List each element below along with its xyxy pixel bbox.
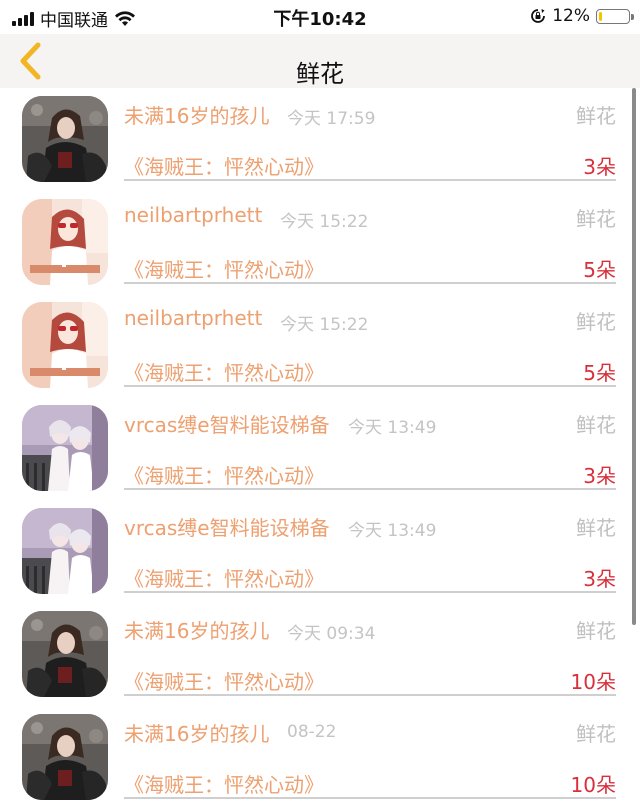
list-item[interactable]: neilbartprhett 今天 15:22 鲜花《海贼王：怦然心动》 5朵: [0, 191, 640, 294]
flower-count: 10朵: [570, 670, 616, 694]
avatar[interactable]: [22, 96, 108, 182]
gift-type: 鲜花: [576, 207, 616, 231]
sender-name[interactable]: vrcas缚e智料能设梯备: [124, 409, 330, 438]
divider: [124, 591, 616, 593]
book-title-link[interactable]: 《海贼王：怦然心动》: [124, 666, 324, 695]
record-time: 08-22: [287, 722, 337, 742]
list-item[interactable]: 未满16岁的孩儿 08-22 鲜花《海贼王：怦然心动》 10朵: [0, 706, 640, 806]
book-title-link[interactable]: 《海贼王：怦然心动》: [124, 460, 324, 489]
record-time: 今天 15:22: [280, 315, 369, 335]
sender-name[interactable]: neilbartprhett: [124, 203, 262, 227]
flower-count: 10朵: [570, 773, 616, 797]
sender-name[interactable]: 未满16岁的孩儿: [124, 100, 269, 129]
flower-count: 3朵: [583, 567, 616, 591]
book-title-link[interactable]: 《海贼王：怦然心动》: [124, 769, 324, 798]
divider: [124, 282, 616, 284]
divider: [124, 694, 616, 696]
list-item[interactable]: 未满16岁的孩儿 今天 09:34 鲜花《海贼王：怦然心动》 10朵: [0, 603, 640, 706]
sender-name[interactable]: 未满16岁的孩儿: [124, 718, 269, 747]
flower-count: 3朵: [583, 155, 616, 179]
avatar[interactable]: [22, 199, 108, 285]
list-item[interactable]: neilbartprhett 今天 15:22 鲜花《海贼王：怦然心动》 5朵: [0, 294, 640, 397]
gift-type: 鲜花: [576, 104, 616, 128]
gift-type: 鲜花: [576, 413, 616, 437]
gift-type: 鲜花: [576, 310, 616, 334]
page-title: 鲜花: [296, 60, 344, 88]
book-title-link[interactable]: 《海贼王：怦然心动》: [124, 254, 324, 283]
gift-type: 鲜花: [576, 722, 616, 746]
list-item[interactable]: vrcas缚e智料能设梯备 今天 13:49 鲜花《海贼王：怦然心动》 3朵: [0, 500, 640, 603]
sender-name[interactable]: vrcas缚e智料能设梯备: [124, 512, 330, 541]
divider: [124, 385, 616, 387]
battery-percent: 12%: [552, 6, 590, 26]
book-title-link[interactable]: 《海贼王：怦然心动》: [124, 563, 324, 592]
record-time: 今天 13:49: [348, 418, 437, 438]
list-item[interactable]: 未满16岁的孩儿 今天 17:59 鲜花《海贼王：怦然心动》 3朵: [0, 88, 640, 191]
divider: [124, 797, 616, 799]
book-title-link[interactable]: 《海贼王：怦然心动》: [124, 151, 324, 180]
avatar[interactable]: [22, 611, 108, 697]
flower-record-list[interactable]: 未满16岁的孩儿 今天 17:59 鲜花 《海贼王：怦然心动》 3朵 neilbartp…: [0, 88, 640, 806]
battery-level: [599, 11, 603, 21]
avatar[interactable]: [22, 508, 108, 594]
sender-name[interactable]: 未满16岁的孩儿: [124, 615, 269, 644]
rotation-lock-icon: [531, 9, 546, 23]
record-time: 今天 13:49: [348, 521, 437, 541]
sender-name[interactable]: neilbartprhett: [124, 306, 262, 330]
gift-type: 鲜花: [576, 619, 616, 643]
divider: [124, 488, 616, 490]
flower-count: 5朵: [583, 361, 616, 385]
flower-count: 3朵: [583, 464, 616, 488]
avatar[interactable]: [22, 714, 108, 800]
record-time: 今天 15:22: [280, 212, 369, 232]
status-right: 12%: [530, 6, 634, 26]
gift-type: 鲜花: [576, 516, 616, 540]
nav-bar: 鲜花: [0, 34, 640, 88]
list-item[interactable]: vrcas缚e智料能设梯备 今天 13:49 鲜花《海贼王：怦然心动》 3朵: [0, 397, 640, 500]
book-title-link[interactable]: 《海贼王：怦然心动》: [124, 357, 324, 386]
record-time: 今天 09:34: [287, 624, 376, 644]
flower-count: 5朵: [583, 258, 616, 282]
avatar[interactable]: [22, 405, 108, 491]
scrollbar[interactable]: [632, 88, 636, 625]
status-bar: 中国联通 下午10:42 12%: [0, 0, 640, 34]
divider: [124, 179, 616, 181]
record-time: 今天 17:59: [287, 109, 376, 129]
battery-icon: [596, 8, 634, 24]
avatar[interactable]: [22, 302, 108, 388]
